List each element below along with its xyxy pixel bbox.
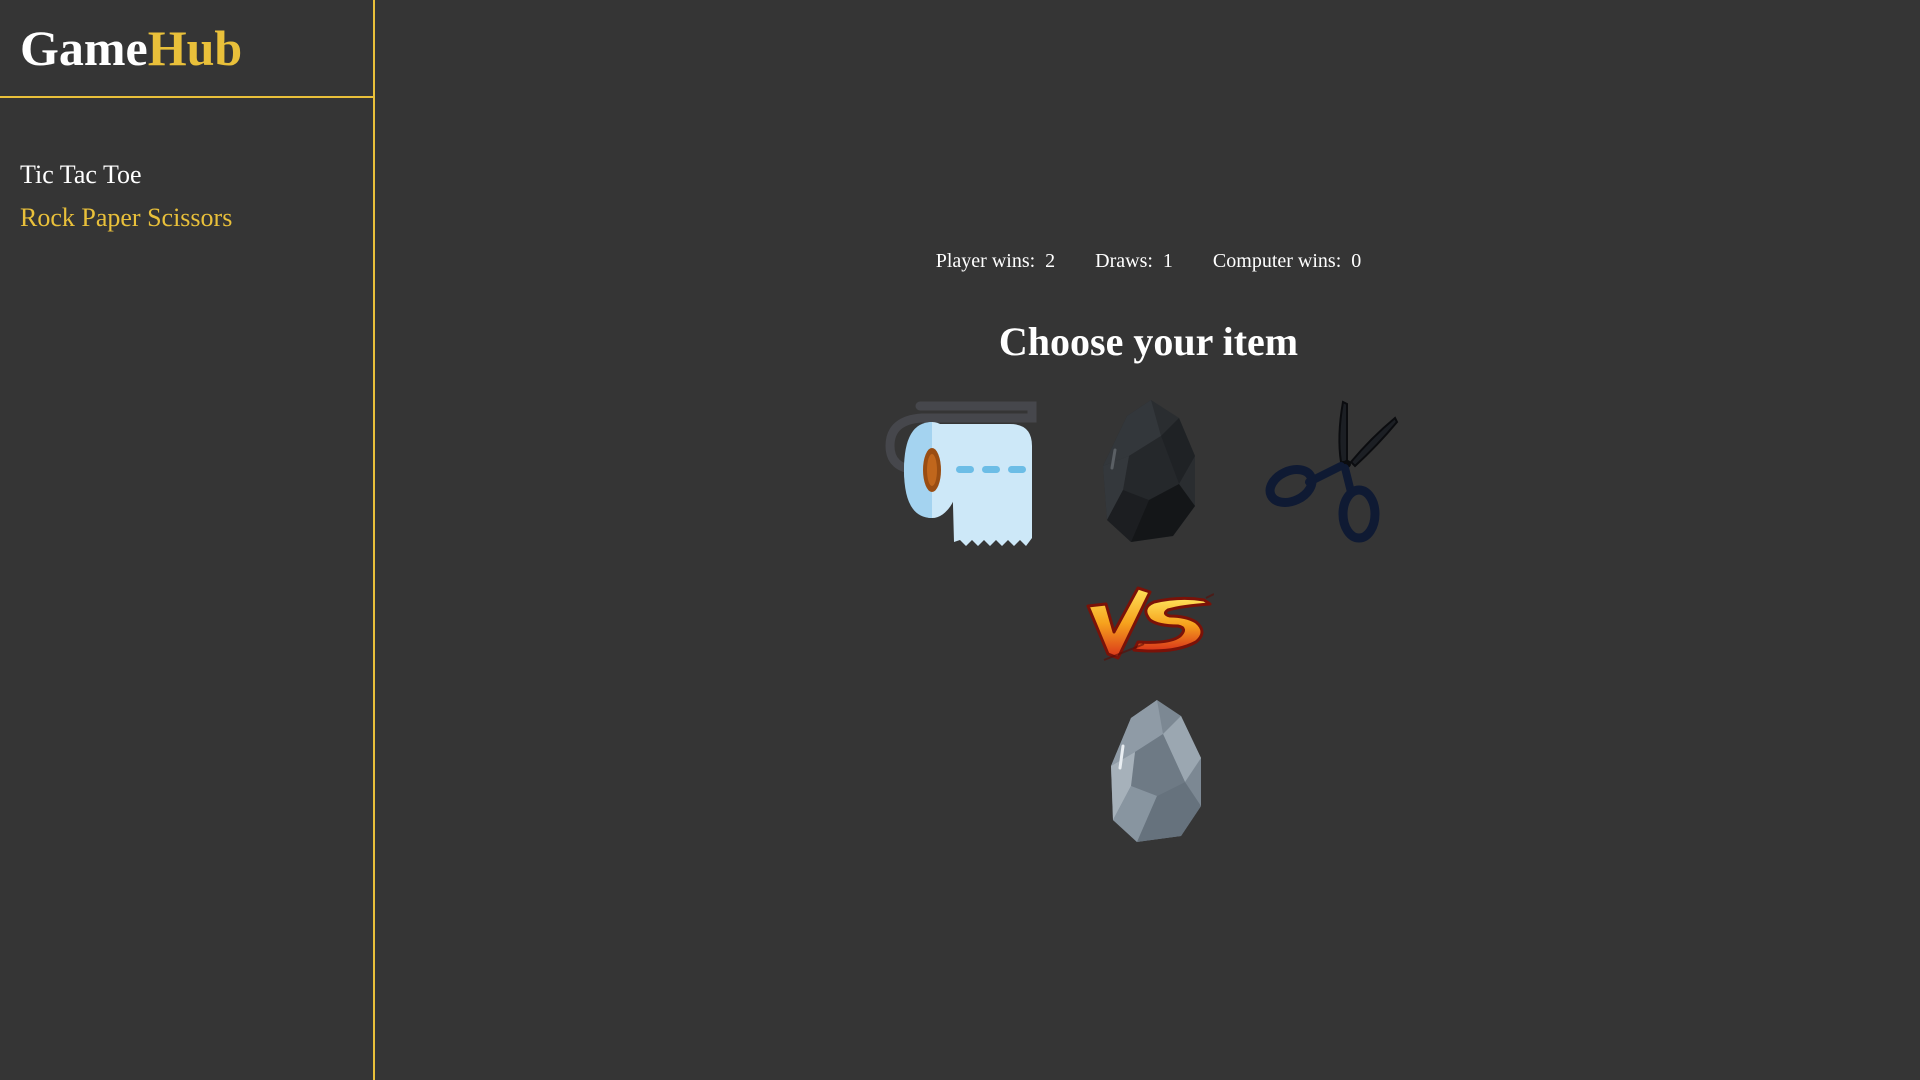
- nav-item-tic-tac-toe[interactable]: Tic Tac Toe: [20, 162, 373, 188]
- brand-name-hub: Hub: [147, 20, 243, 76]
- game-nav: Tic Tac Toe Rock Paper Scissors: [0, 98, 373, 231]
- draws: Draws: 1: [1095, 250, 1173, 273]
- brand-name-game: Game: [20, 20, 148, 76]
- scissors-icon: [1265, 400, 1399, 543]
- choice-paper-button[interactable]: [882, 396, 1042, 546]
- computer-wins: Computer wins: 0: [1213, 250, 1361, 273]
- computer-wins-label: Computer wins:: [1212, 250, 1342, 272]
- choice-rock-button[interactable]: [1069, 396, 1229, 546]
- page-title: Choose your item: [998, 319, 1299, 364]
- versus-icon: [1084, 582, 1215, 662]
- draws-label: Draws:: [1095, 250, 1153, 272]
- rock-icon: [1111, 700, 1201, 842]
- sidebar: Game Hub Tic Tac Toe Rock Paper Scissors: [0, 0, 375, 1080]
- player-wins-value: 2: [1045, 250, 1056, 272]
- computer-choice: [1095, 696, 1205, 846]
- nav-item-rock-paper-scissors[interactable]: Rock Paper Scissors: [20, 205, 373, 231]
- player-wins: Player wins: 2: [936, 250, 1055, 273]
- brand-logo[interactable]: Game Hub: [0, 0, 373, 98]
- draws-value: 1: [1162, 250, 1173, 272]
- rock-icon: [1103, 400, 1195, 542]
- game-area: Player wins: 2 Draws: 1 Computer wins: 0…: [377, 0, 1920, 1080]
- player-wins-label: Player wins:: [935, 250, 1036, 272]
- scoreboard: Player wins: 2 Draws: 1 Computer wins: 0: [377, 250, 1920, 273]
- computer-wins-value: 0: [1351, 250, 1362, 272]
- choice-scissors-button[interactable]: [1255, 396, 1415, 546]
- toilet-paper-icon: [885, 401, 1037, 546]
